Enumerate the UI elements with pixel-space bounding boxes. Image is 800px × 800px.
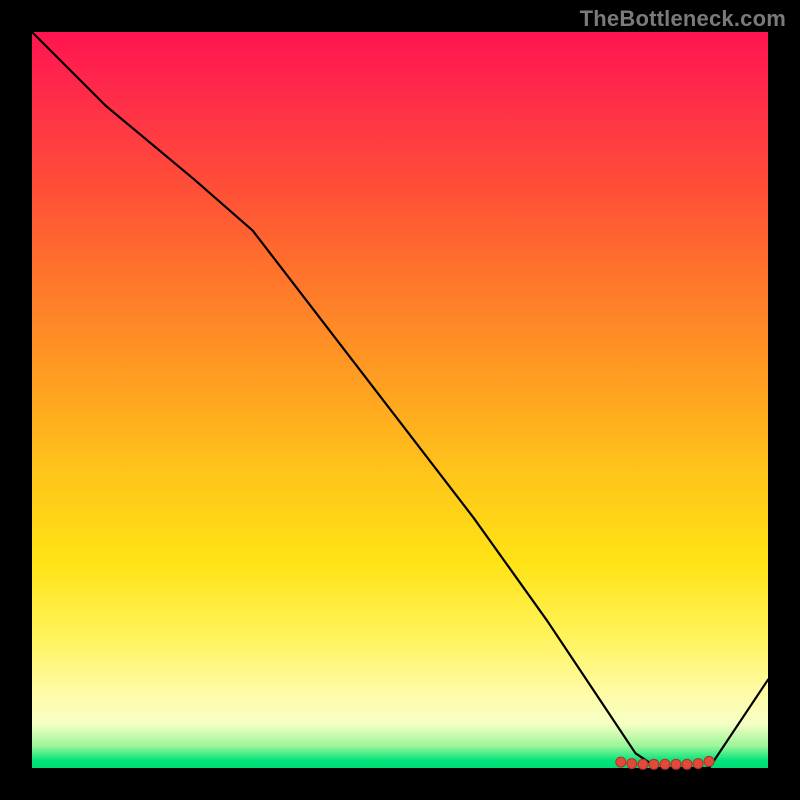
marker-dot <box>616 757 626 767</box>
chart-svg <box>32 32 768 768</box>
marker-dot <box>682 759 692 769</box>
marker-dot <box>671 759 681 769</box>
chart-frame: TheBottleneck.com <box>0 0 800 800</box>
main-curve <box>32 32 768 768</box>
marker-dot <box>693 759 703 769</box>
watermark-text: TheBottleneck.com <box>580 6 786 32</box>
marker-dot <box>638 759 648 769</box>
plot-area <box>32 32 768 768</box>
marker-dot <box>704 756 714 766</box>
marker-dot <box>660 759 670 769</box>
marker-cluster <box>616 756 714 769</box>
marker-dot <box>649 759 659 769</box>
marker-dot <box>627 759 637 769</box>
